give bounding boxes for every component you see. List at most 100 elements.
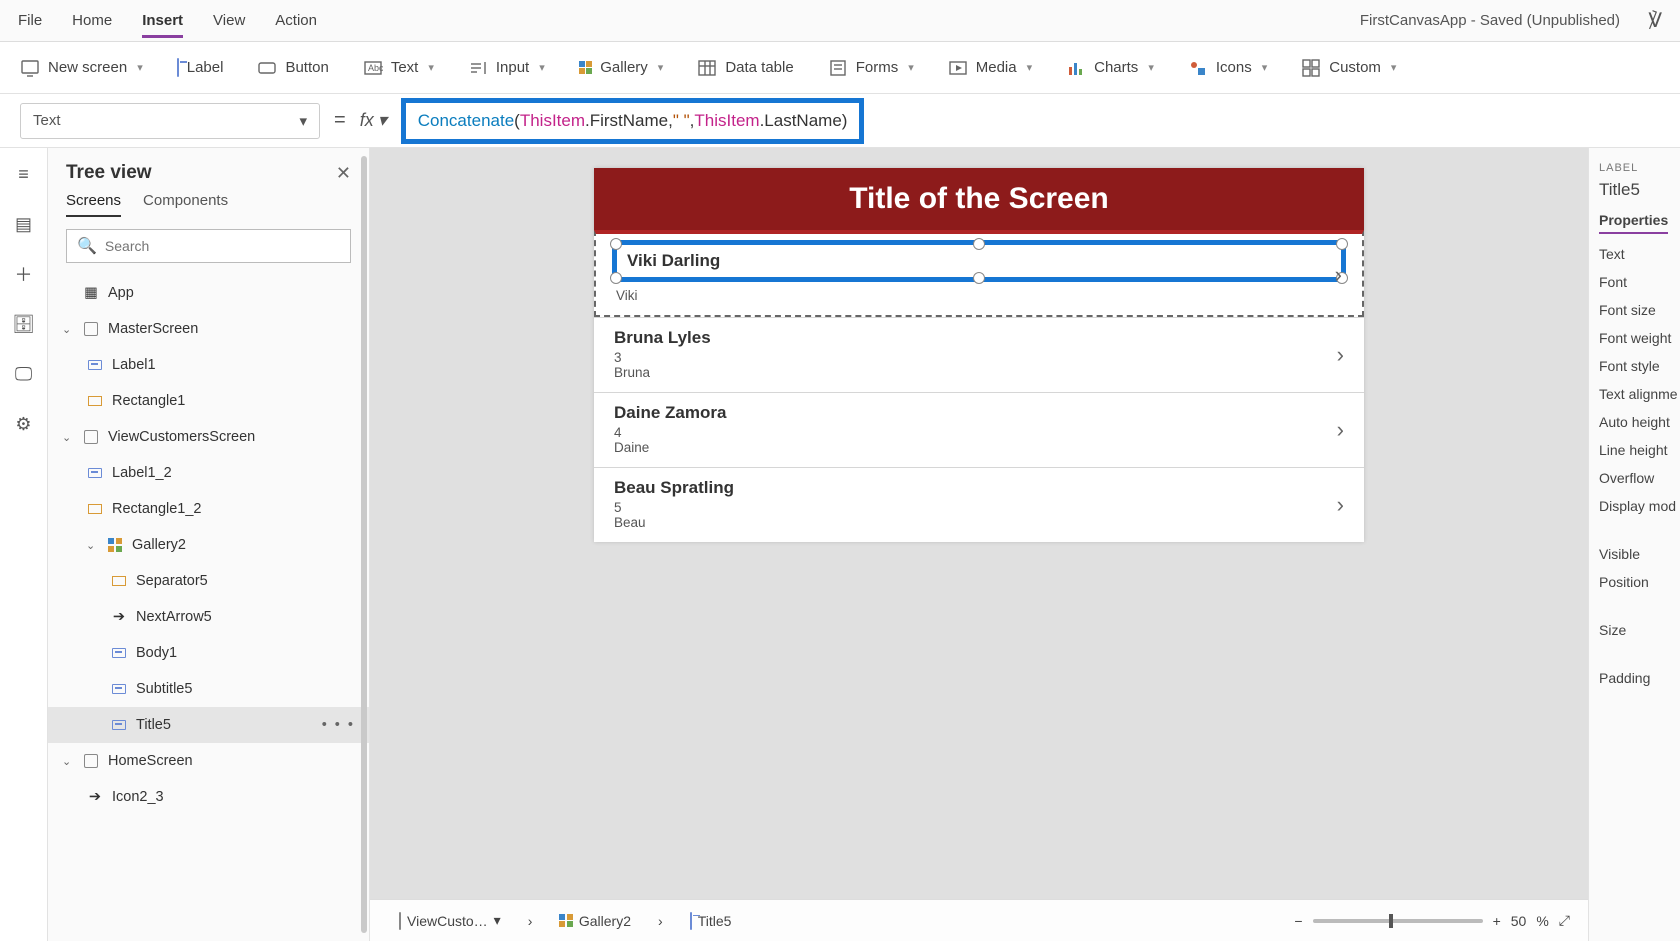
screen-preview[interactable]: Title of the Screen Viki Darling Viki › [594, 168, 1364, 542]
next-arrow-icon[interactable]: › [1337, 342, 1344, 368]
insert-forms-button[interactable]: Forms▾ [828, 58, 914, 78]
svg-text:Abc: Abc [368, 63, 383, 73]
formula-input[interactable]: Concatenate(ThisItem.FirstName, " ", Thi… [401, 98, 865, 144]
zoom-in-button[interactable]: + [1493, 913, 1501, 929]
tree: ▦App ⌄MasterScreen Label1 Rectangle1 ⌄Vi… [48, 275, 369, 941]
tree-node-nextarrow5[interactable]: ➔NextArrow5 [48, 599, 369, 635]
rail-advanced-icon[interactable]: ⚙ [12, 412, 36, 436]
zoom-unit: % [1536, 913, 1548, 929]
insert-button-button[interactable]: Button [257, 58, 328, 78]
app-checker-icon[interactable]: ℣ [1648, 8, 1662, 33]
next-arrow-icon[interactable]: › [1335, 262, 1342, 288]
tree-node-viewcustomers[interactable]: ⌄ViewCustomersScreen [48, 419, 369, 455]
rail-media-icon[interactable]: 🖵 [12, 362, 36, 386]
insert-media-button[interactable]: Media▾ [948, 58, 1032, 78]
prop-row[interactable]: Overflow [1599, 470, 1670, 486]
prop-row[interactable]: Size [1599, 622, 1670, 638]
tree-node-homescreen[interactable]: ⌄HomeScreen [48, 743, 369, 779]
tree-view-panel: Tree view ✕ Screens Components 🔍 ▦App ⌄M… [48, 148, 370, 941]
rail-tree-icon[interactable]: ▤ [12, 212, 36, 236]
resize-handle[interactable] [610, 238, 622, 250]
tree-node-body1[interactable]: Body1 [48, 635, 369, 671]
fullscreen-icon[interactable]: ⤢ [1559, 912, 1570, 929]
insert-label-button[interactable]: Label [177, 59, 224, 76]
menu-file[interactable]: File [18, 12, 42, 29]
breadcrumb-gallery[interactable]: Gallery2 [548, 908, 642, 934]
selected-title-label[interactable]: Viki Darling [612, 240, 1346, 282]
prop-row[interactable]: Line height [1599, 442, 1670, 458]
prop-row[interactable]: Padding [1599, 670, 1670, 686]
next-arrow-icon[interactable]: › [1337, 492, 1344, 518]
tree-node-subtitle5[interactable]: Subtitle5 [48, 671, 369, 707]
tab-screens[interactable]: Screens [66, 192, 121, 217]
tree-node-label1-2[interactable]: Label1_2 [48, 455, 369, 491]
close-icon[interactable]: ✕ [336, 163, 351, 184]
prop-type-label: LABEL [1599, 162, 1670, 174]
prop-row[interactable]: Font weight [1599, 330, 1670, 346]
fx-icon[interactable]: fx▾ [360, 110, 387, 131]
prop-row[interactable]: Font style [1599, 358, 1670, 374]
tree-view-title: Tree view [66, 162, 152, 184]
menu-home[interactable]: Home [72, 12, 112, 29]
tree-node-rectangle1[interactable]: Rectangle1 [48, 383, 369, 419]
next-arrow-icon[interactable]: › [1337, 417, 1344, 443]
menu-action[interactable]: Action [275, 12, 317, 29]
insert-gallery-button[interactable]: Gallery▾ [579, 59, 664, 76]
tree-node-separator5[interactable]: Separator5 [48, 563, 369, 599]
insert-charts-button[interactable]: Charts▾ [1066, 58, 1154, 78]
insert-input-button[interactable]: Input▾ [468, 58, 545, 78]
tree-node-rectangle1-2[interactable]: Rectangle1_2 [48, 491, 369, 527]
zoom-slider[interactable] [1313, 919, 1483, 923]
gallery-subtitle: 3 [614, 350, 1344, 365]
rail-data-icon[interactable]: 🗄 [12, 312, 36, 336]
tree-search-input[interactable] [105, 238, 340, 254]
zoom-out-button[interactable]: − [1294, 913, 1302, 929]
charts-icon [1066, 58, 1086, 78]
resize-handle[interactable] [973, 238, 985, 250]
tree-node-label1[interactable]: Label1 [48, 347, 369, 383]
tab-components[interactable]: Components [143, 192, 228, 217]
gallery-item-3[interactable]: Beau Spratling 5 Beau › [594, 467, 1364, 542]
breadcrumb-screen[interactable]: ViewCusto…▾ [388, 907, 512, 934]
prop-row[interactable]: Display mod [1599, 498, 1670, 514]
insert-text-button[interactable]: Abc Text▾ [363, 58, 434, 78]
insert-datatable-button[interactable]: Data table [697, 58, 793, 78]
tree-search[interactable]: 🔍 [66, 229, 351, 263]
tree-node-app[interactable]: ▦App [48, 275, 369, 311]
zoom-controls: − + 50 % ⤢ [1294, 912, 1570, 929]
breadcrumb-title5[interactable]: Title5 [679, 908, 743, 934]
resize-handle[interactable] [1336, 238, 1348, 250]
resize-handle[interactable] [973, 272, 985, 284]
resize-handle[interactable] [610, 272, 622, 284]
prop-row[interactable]: Visible [1599, 546, 1670, 562]
prop-row[interactable]: Text alignme [1599, 386, 1670, 402]
prop-row[interactable]: Text [1599, 246, 1670, 262]
property-selector[interactable]: Text▾ [20, 103, 320, 139]
menu-view[interactable]: View [213, 12, 245, 29]
menu-insert[interactable]: Insert [142, 12, 183, 38]
more-icon[interactable]: • • • [322, 717, 355, 733]
button-icon [257, 58, 277, 78]
prop-row[interactable]: Font [1599, 274, 1670, 290]
tree-scrollbar[interactable] [361, 156, 367, 933]
tree-node-title5[interactable]: Title5 • • • [48, 707, 369, 743]
insert-custom-button[interactable]: Custom▾ [1301, 58, 1396, 78]
gallery-item-2[interactable]: Daine Zamora 4 Daine › [594, 392, 1364, 467]
tree-node-gallery2[interactable]: ⌄Gallery2 [48, 527, 369, 563]
new-screen-button[interactable]: New screen▾ [20, 58, 143, 78]
tab-properties[interactable]: Properties [1599, 212, 1668, 234]
prop-row[interactable]: Font size [1599, 302, 1670, 318]
rail-hamburger-icon[interactable]: ≡ [12, 162, 36, 186]
prop-row[interactable]: Auto height [1599, 414, 1670, 430]
rail-insert-icon[interactable]: ＋ [12, 262, 36, 286]
prop-row[interactable]: Position [1599, 574, 1670, 590]
zoom-percent: 50 [1511, 913, 1527, 929]
tree-node-masterscreen[interactable]: ⌄MasterScreen [48, 311, 369, 347]
tree-node-icon2-3[interactable]: ➔Icon2_3 [48, 779, 369, 815]
canvas-footer: ViewCusto…▾ › Gallery2 › Title5 − + 50 %… [370, 899, 1588, 941]
gallery-title: Beau Spratling [614, 478, 1344, 498]
gallery-item-1[interactable]: Bruna Lyles 3 Bruna › [594, 317, 1364, 392]
gallery-title: Daine Zamora [614, 403, 1344, 423]
gallery-item-0[interactable]: Viki Darling Viki › [594, 230, 1364, 317]
insert-icons-button[interactable]: Icons▾ [1188, 58, 1267, 78]
